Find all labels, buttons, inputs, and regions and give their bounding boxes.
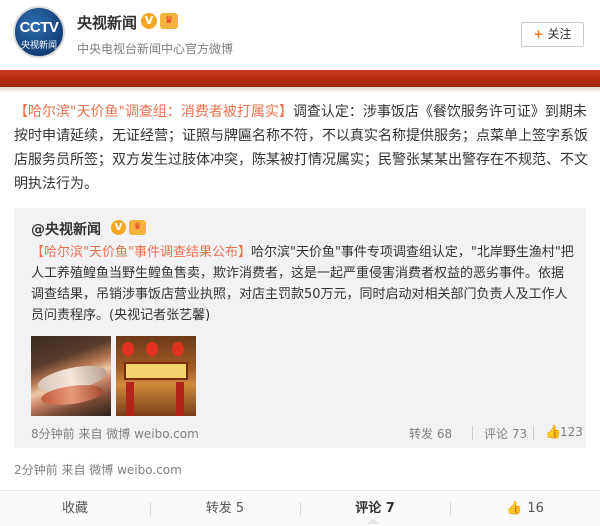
active-tab-caret xyxy=(367,518,379,524)
post-timestamp[interactable]: 2分钟前 来自 微博 weibo.com xyxy=(14,461,182,478)
red-banner xyxy=(0,70,600,87)
photo-thumbnail-restaurant[interactable] xyxy=(116,336,196,416)
quoted-timestamp[interactable]: 8分钟前 来自 微博 weibo.com xyxy=(31,425,199,442)
photo-thumbnail-fish[interactable] xyxy=(31,336,111,416)
vip-crown-icon[interactable]: ♛ xyxy=(160,13,178,29)
quoted-text: 【哈尔滨"天价鱼"事件调查结果公布】哈尔滨"天价鱼"事件专项调查组认定，"北岸野… xyxy=(31,242,576,326)
banner-shadow xyxy=(0,87,600,93)
divider xyxy=(472,426,473,440)
follow-label: 关注 xyxy=(547,27,572,41)
quoted-comment-button[interactable]: 评论 73 xyxy=(484,425,527,442)
verified-icon[interactable]: V xyxy=(141,13,157,29)
pillar-shape xyxy=(176,382,184,416)
favorite-button[interactable]: 收藏 xyxy=(0,491,150,526)
avatar-caption: 央视新闻 xyxy=(20,41,57,51)
lantern-shape xyxy=(146,342,158,356)
action-bar: 收藏 转发 5 评论 7 👍 16 xyxy=(0,490,600,526)
quoted-forward-button[interactable]: 转发 68 xyxy=(409,425,452,442)
like-button[interactable]: 👍 16 xyxy=(450,491,600,526)
account-subtitle: 中央电视台新闻中心官方微博 xyxy=(77,42,234,56)
post-title-link[interactable]: 【哈尔滨"天价鱼"调查组：消费者被打属实】 xyxy=(14,104,293,120)
lantern-shape xyxy=(172,342,184,356)
lantern-shape xyxy=(122,342,134,356)
cctv-logo: CCTV xyxy=(19,19,59,36)
forward-button[interactable]: 转发 5 xyxy=(150,491,300,526)
vip-crown-icon[interactable]: ♛ xyxy=(129,220,146,235)
signboard-shape xyxy=(124,362,188,380)
like-count: 16 xyxy=(527,501,544,516)
plus-icon: + xyxy=(533,27,544,41)
avatar[interactable]: CCTV 央视新闻 xyxy=(13,6,65,58)
account-name[interactable]: 央视新闻 xyxy=(77,12,137,33)
quoted-like-count[interactable]: 123 xyxy=(560,425,583,439)
quoted-title-link[interactable]: 【哈尔滨"天价鱼"事件调查结果公布】 xyxy=(31,245,251,260)
thumbs-up-icon[interactable]: 👍 xyxy=(545,425,561,440)
divider xyxy=(533,426,534,440)
quoted-post[interactable]: @央视新闻 V ♛ 【哈尔滨"天价鱼"事件调查结果公布】哈尔滨"天价鱼"事件专项… xyxy=(14,208,586,448)
quoted-user-link[interactable]: @央视新闻 xyxy=(31,219,101,239)
thumbs-up-icon: 👍 xyxy=(506,501,523,516)
verified-icon[interactable]: V xyxy=(111,220,126,235)
post-header: CCTV 央视新闻 央视新闻 V ♛ 中央电视台新闻中心官方微博 + 关注 xyxy=(0,0,600,70)
post-text: 【哈尔滨"天价鱼"调查组：消费者被打属实】调查认定：涉事饭店《餐饮服务许可证》到… xyxy=(14,100,588,196)
follow-button[interactable]: + 关注 xyxy=(521,22,584,47)
pillar-shape xyxy=(126,382,134,416)
